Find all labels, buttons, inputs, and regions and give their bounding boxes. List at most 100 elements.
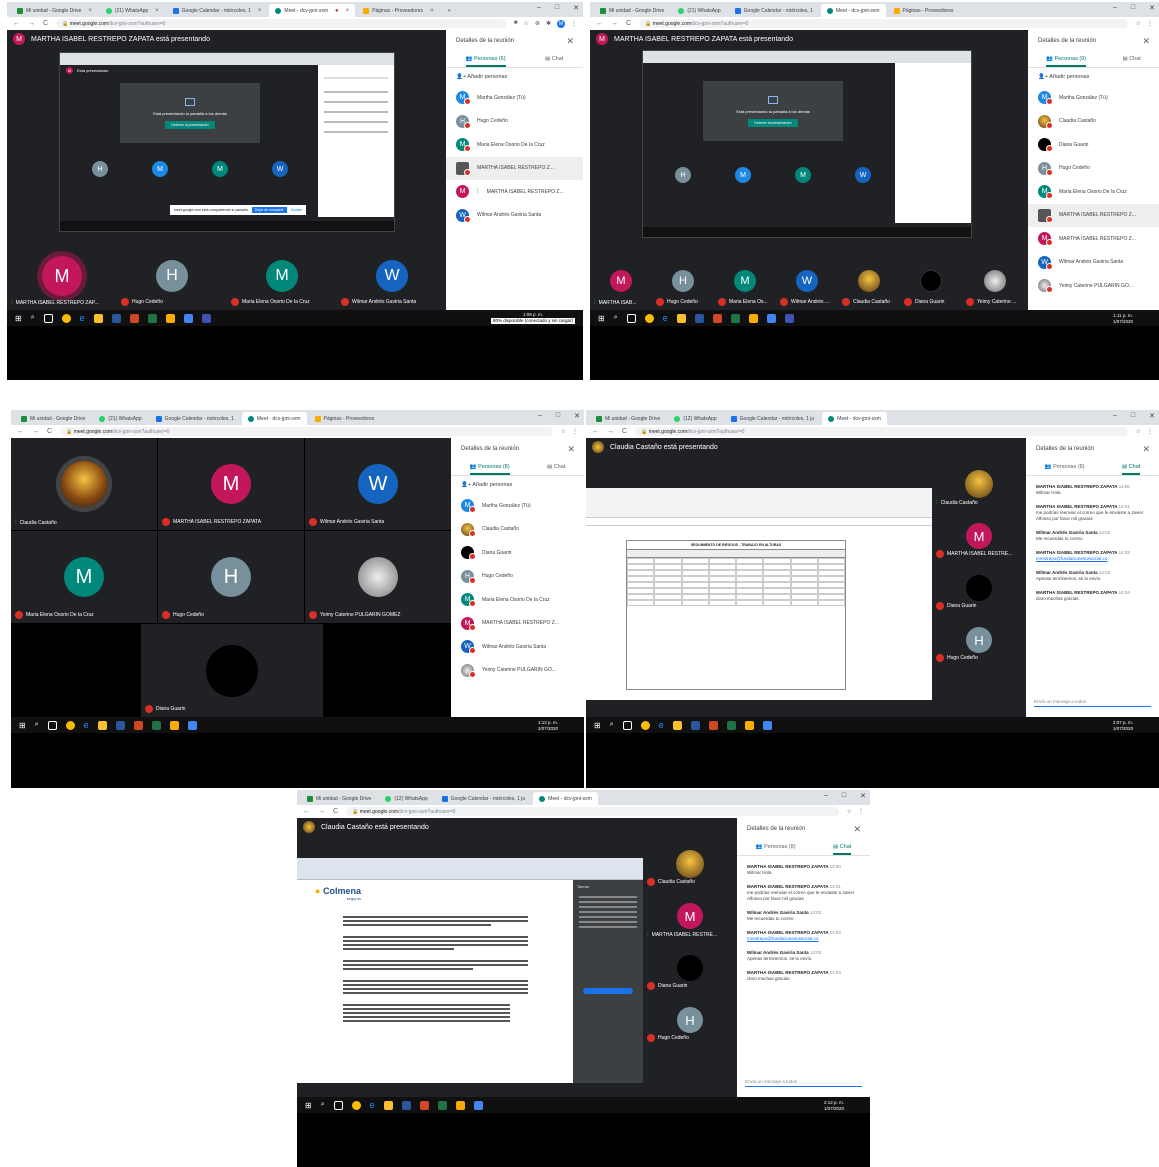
powerpoint-icon[interactable] [708,720,718,730]
tab-meet[interactable]: Meet - dcv-jpni-sxm [820,4,886,17]
url-field[interactable]: 🔒 meet.google.com/dcv-jpni-sxm?authuser=… [635,427,1128,436]
participant-row[interactable]: M ⁞ MARTHA ISABEL RESTREPO Z... [446,180,583,204]
participant-tile[interactable]: Yeimy Caterine PULGARIN GOMEZ [305,531,451,623]
chrome-icon[interactable] [640,720,650,730]
chrome-icon[interactable] [351,1100,361,1110]
participant-tile[interactable]: W Wilmar Andrés Gaviria Santa [305,438,451,530]
excel-icon[interactable] [726,720,736,730]
app-icon[interactable] [201,313,211,323]
tab-meet[interactable]: Meet - dcv-jpni-sxm ● × [269,4,356,17]
participant-tile[interactable]: ⁞ Claudia Castaño [11,438,157,530]
participant-row[interactable]: M Martha González (Tú) [446,86,583,110]
search-icon[interactable]: ⌕ [321,1101,325,1109]
tab-chat[interactable]: ▤ Chat [545,56,563,67]
participant-tile[interactable]: Claudia Castaño [643,838,737,890]
participant-tile[interactable]: H Hugo Cedeño [158,531,304,623]
url-field[interactable]: 🔒 meet.google.com/dcv-jpni-sxm?authuser=… [56,19,506,28]
tab-drive[interactable]: Mi unidad - Google Drive [301,792,378,805]
add-people-button[interactable]: 👤+ Añadir personas [451,476,584,494]
tab-chat[interactable]: ▤ Chat [832,844,852,855]
back-icon[interactable]: ← [17,428,24,435]
participant-row[interactable]: Claudia Castaño [1028,110,1159,134]
add-people-button[interactable]: 👤+ Añadir personas [446,68,583,86]
tab-whatsapp[interactable]: (12) WhatsApp [668,412,723,425]
profile-avatar[interactable]: M [557,19,565,28]
word-icon[interactable] [401,1100,411,1110]
back-icon[interactable]: ← [596,20,603,27]
tab-whatsapp[interactable]: (21) WhatsApp [672,4,727,17]
participant-tile[interactable]: Diana Guarin [900,252,962,310]
tab-chat[interactable]: ▤ Chat [547,464,565,475]
participant-tile[interactable]: M Maria Elena Osorio De la Cruz [11,531,157,623]
edge-icon[interactable]: e [370,1100,375,1110]
close-icon[interactable]: × [346,8,350,14]
close-icon[interactable]: ✕ [1142,36,1150,47]
tab-pages[interactable]: Páginas - Proveedores [887,4,960,17]
forward-icon[interactable]: → [28,20,35,27]
participant-tile[interactable]: M ⁞ MARTHA ISABEL RESTREPO ZAP... [7,242,117,310]
app-icon[interactable] [187,720,197,730]
minimize-icon[interactable]: – [537,4,541,12]
reload-icon[interactable]: C [333,808,338,815]
excel-icon[interactable] [151,720,161,730]
close-icon[interactable]: ✕ [566,36,574,47]
back-icon[interactable]: ← [13,20,20,27]
participant-tile[interactable]: W Wilmar Andrés ... [776,252,838,310]
participant-row[interactable]: M MARTHA ISABEL RESTREPO Z... [451,612,584,636]
tab-people[interactable]: 👥 Personas (9) [1046,56,1087,67]
menu-icon[interactable]: ⋮ [1147,20,1153,27]
word-icon[interactable] [111,313,121,323]
participant-row[interactable]: M Maria Elena Osorio De la Cruz [446,133,583,157]
tab-chat[interactable]: ▤ Chat [1122,56,1140,67]
app-icon[interactable] [766,313,776,323]
tab-drive[interactable]: Mi unidad - Google Drive × [11,4,98,17]
participant-row[interactable]: MARTHA ISABEL RESTREPO Z... [1028,203,1159,227]
participant-tile[interactable]: W Wilmar Andrés Gaviria Santa [337,242,447,310]
participant-tile[interactable]: M MARTHA ISABEL RESTRE... [932,510,1026,562]
participant-row[interactable]: Yeimy Caterine PULGARIN GO... [451,659,584,683]
close-icon[interactable]: ✕ [1142,444,1150,455]
participant-row[interactable]: M MARTHA ISABEL RESTREPO Z... [1028,227,1159,251]
close-icon[interactable]: × [88,8,92,14]
tab-calendar[interactable]: Google Calendar - miércoles, 1 × [166,4,268,17]
app-icon[interactable] [748,313,758,323]
close-icon[interactable]: × [258,8,262,14]
participant-row[interactable]: H Hugo Cedeño [446,110,583,134]
chrome-icon[interactable] [65,720,75,730]
folder-icon[interactable] [97,720,107,730]
tab-people[interactable]: 👥 Personas (8) [1045,464,1085,475]
participant-tile[interactable]: ⁞ Claudia Castaño [932,458,1026,510]
stop-presenting-button[interactable]: Detener la presentación [165,120,215,129]
new-tab-button[interactable]: + [441,4,457,17]
close-window-icon[interactable]: ✕ [573,4,579,12]
menu-icon[interactable]: ⋮ [572,428,578,435]
forward-icon[interactable]: → [607,428,614,435]
close-window-icon[interactable]: ✕ [1149,4,1155,12]
participant-row[interactable]: W Wilmar Andrés Gaviria Santa [1028,251,1159,275]
folder-icon[interactable] [676,313,686,323]
word-icon[interactable] [115,720,125,730]
windows-start-icon[interactable]: ⊞ [305,1101,312,1110]
star-icon[interactable]: ☆ [524,20,529,28]
edge-icon[interactable]: e [84,720,89,730]
participant-row[interactable]: M Martha González (Tú) [1028,86,1159,110]
participant-row[interactable]: M Martha González (Tú) [451,494,584,518]
word-icon[interactable] [690,720,700,730]
close-icon[interactable]: ✕ [567,444,575,455]
forward-icon[interactable]: → [611,20,618,27]
tab-calendar[interactable]: Google Calendar - miércoles, 1 ju [435,792,532,805]
edge-icon[interactable]: e [663,313,668,323]
maximize-icon[interactable]: □ [555,4,559,12]
tab-people[interactable]: 👥 Personas (8) [469,464,510,475]
edge-icon[interactable]: e [80,313,85,323]
search-icon[interactable]: ⌕ [610,721,614,729]
reload-icon[interactable]: C [47,428,52,435]
participant-row[interactable]: W Wilmar Andrés Gaviria Santa [451,635,584,659]
reload-icon[interactable]: C [626,20,631,27]
edge-icon[interactable]: e [659,720,664,730]
participant-row[interactable]: M Maria Elena Osorio De la Cruz [1028,180,1159,204]
menu-icon[interactable]: ⋮ [571,20,577,28]
task-view-icon[interactable] [333,1100,343,1110]
participant-tile[interactable]: Diana Guarin [643,942,737,994]
app-icon[interactable] [762,720,772,730]
